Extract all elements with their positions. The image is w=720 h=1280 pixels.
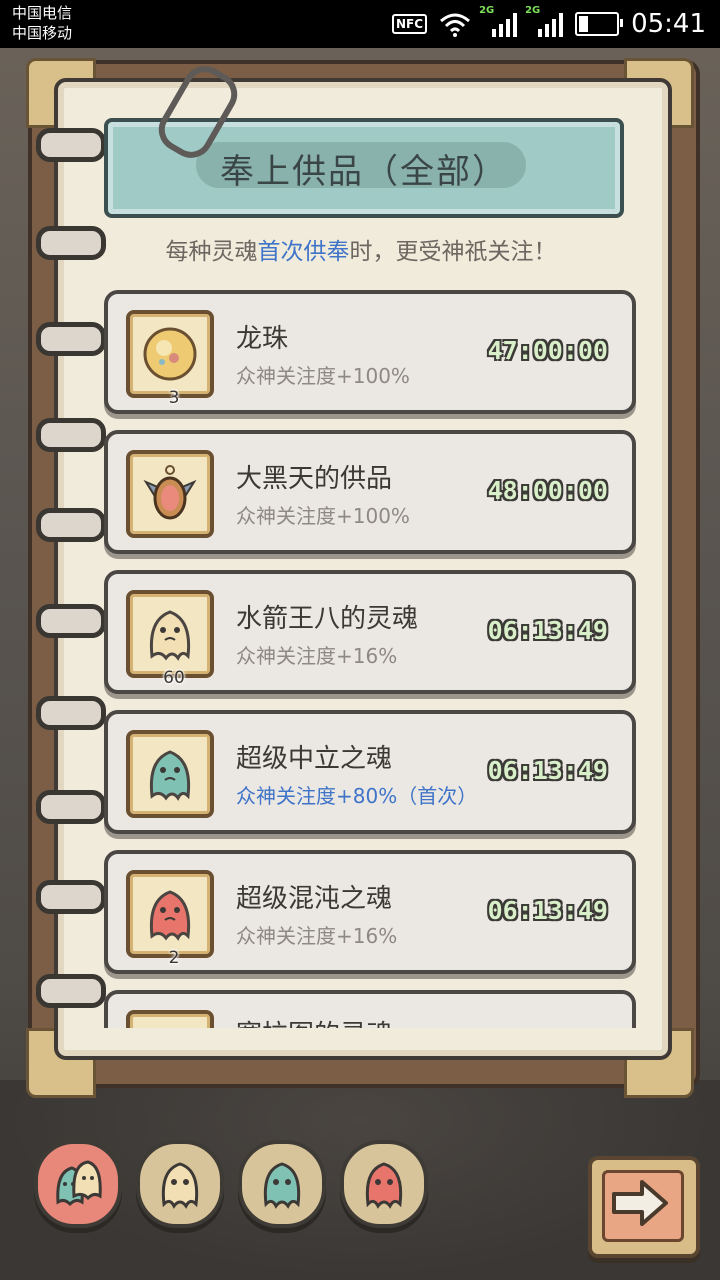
arrow-right-icon: [612, 1180, 668, 1226]
ghost-cream-icon: [161, 1162, 199, 1209]
item-timer: 06:13:49: [487, 896, 608, 925]
dragon-orb-icon: [143, 327, 197, 381]
offering-item-mahakala-offering[interactable]: 大黑天的供品 众神关注度+100% 48:00:00: [104, 430, 636, 554]
offering-item-blastoise-soul[interactable]: 60 水箭王八的灵魂 众神关注度+16% 06:13:49: [104, 570, 636, 694]
offering-item-super-neutral-soul[interactable]: 超级中立之魂 众神关注度+80%（首次） 06:13:49: [104, 710, 636, 834]
item-timer: 47:00:00: [487, 336, 608, 365]
filter-tab-teal[interactable]: [238, 1140, 326, 1228]
ghost-red-icon: [365, 1162, 403, 1209]
item-timer: 48:00:00: [487, 476, 608, 505]
binder-ring-icon: [36, 604, 106, 638]
ghost-group-icon: [56, 1160, 102, 1207]
item-count: 60: [163, 668, 185, 688]
ghost-teal-icon: [149, 750, 191, 801]
item-name: 水箭王八的灵魂: [236, 604, 419, 634]
item-bonus: 众神关注度+100%: [236, 504, 410, 528]
next-button[interactable]: [588, 1156, 700, 1258]
ghost-cream-icon: [149, 610, 191, 661]
item-timer: 06:13:49: [487, 616, 608, 645]
item-count: 2: [168, 948, 180, 968]
signal-2-icon: 2G: [525, 5, 564, 37]
item-count: 3: [168, 388, 180, 408]
item-bonus: 众神关注度+16%: [236, 924, 398, 948]
subtitle-highlight: 首次供奉: [257, 239, 350, 265]
carrier-1: 中国电信: [12, 4, 73, 22]
offering-item-super-chaos-soul[interactable]: 2 超级混沌之魂 众神关注度+16% 06:13:49: [104, 850, 636, 974]
panel-subtitle: 每种灵魂首次供奉时，更受神祇关注！: [165, 239, 557, 265]
binder-ring-icon: [36, 418, 106, 452]
ghost-red-icon: [149, 890, 191, 941]
item-bonus-first: 众神关注度+80%（首次）: [236, 784, 478, 808]
offerings-list[interactable]: 3 龙珠 众神关注度+100% 47:00:00 大黑天的供品 众神关注度+10…: [100, 284, 640, 1028]
item-name: 大黑天的供品: [236, 464, 393, 494]
signal-1-icon: 2G: [479, 5, 518, 37]
ghost-teal-icon: [263, 1162, 301, 1209]
battery-icon: [575, 12, 624, 36]
wifi-icon: [440, 13, 471, 37]
binder-ring-icon: [36, 790, 106, 824]
binder-ring-icon: [36, 696, 106, 730]
binder-ring-icon: [36, 322, 106, 356]
item-name: 塞拉图的灵魂: [236, 1014, 392, 1028]
binder-ring-icon: [36, 880, 106, 914]
amulet-icon: [143, 465, 197, 520]
clock: 05:41: [631, 9, 706, 39]
filter-tab-cream[interactable]: [136, 1140, 224, 1228]
status-icons: NFC 2G 2G 05:41: [392, 5, 706, 40]
filter-tab-all[interactable]: [34, 1140, 122, 1228]
binder-ring-icon: [36, 508, 106, 542]
ghost-cream-icon: [142, 1024, 198, 1028]
item-timer: 06:13:49: [487, 756, 608, 785]
nfc-icon: NFC: [392, 14, 428, 34]
binder-ring-icon: [36, 128, 106, 162]
offering-item-dragon-orb[interactable]: 3 龙珠 众神关注度+100% 47:00:00: [104, 290, 636, 414]
filter-tab-red[interactable]: [340, 1140, 428, 1228]
status-bar: 中国电信 中国移动 NFC 2G 2G 05:41: [0, 0, 720, 48]
item-name: 超级混沌之魂: [236, 884, 393, 914]
binder-ring-icon: [36, 974, 106, 1008]
item-name: 龙珠: [236, 324, 289, 354]
item-bonus: 众神关注度+16%: [236, 644, 398, 668]
carrier-2: 中国移动: [12, 24, 73, 42]
offering-item-partial[interactable]: 塞拉图的灵魂: [104, 990, 636, 1028]
item-bonus: 众神关注度+100%: [236, 364, 410, 388]
item-name: 超级中立之魂: [236, 744, 393, 774]
